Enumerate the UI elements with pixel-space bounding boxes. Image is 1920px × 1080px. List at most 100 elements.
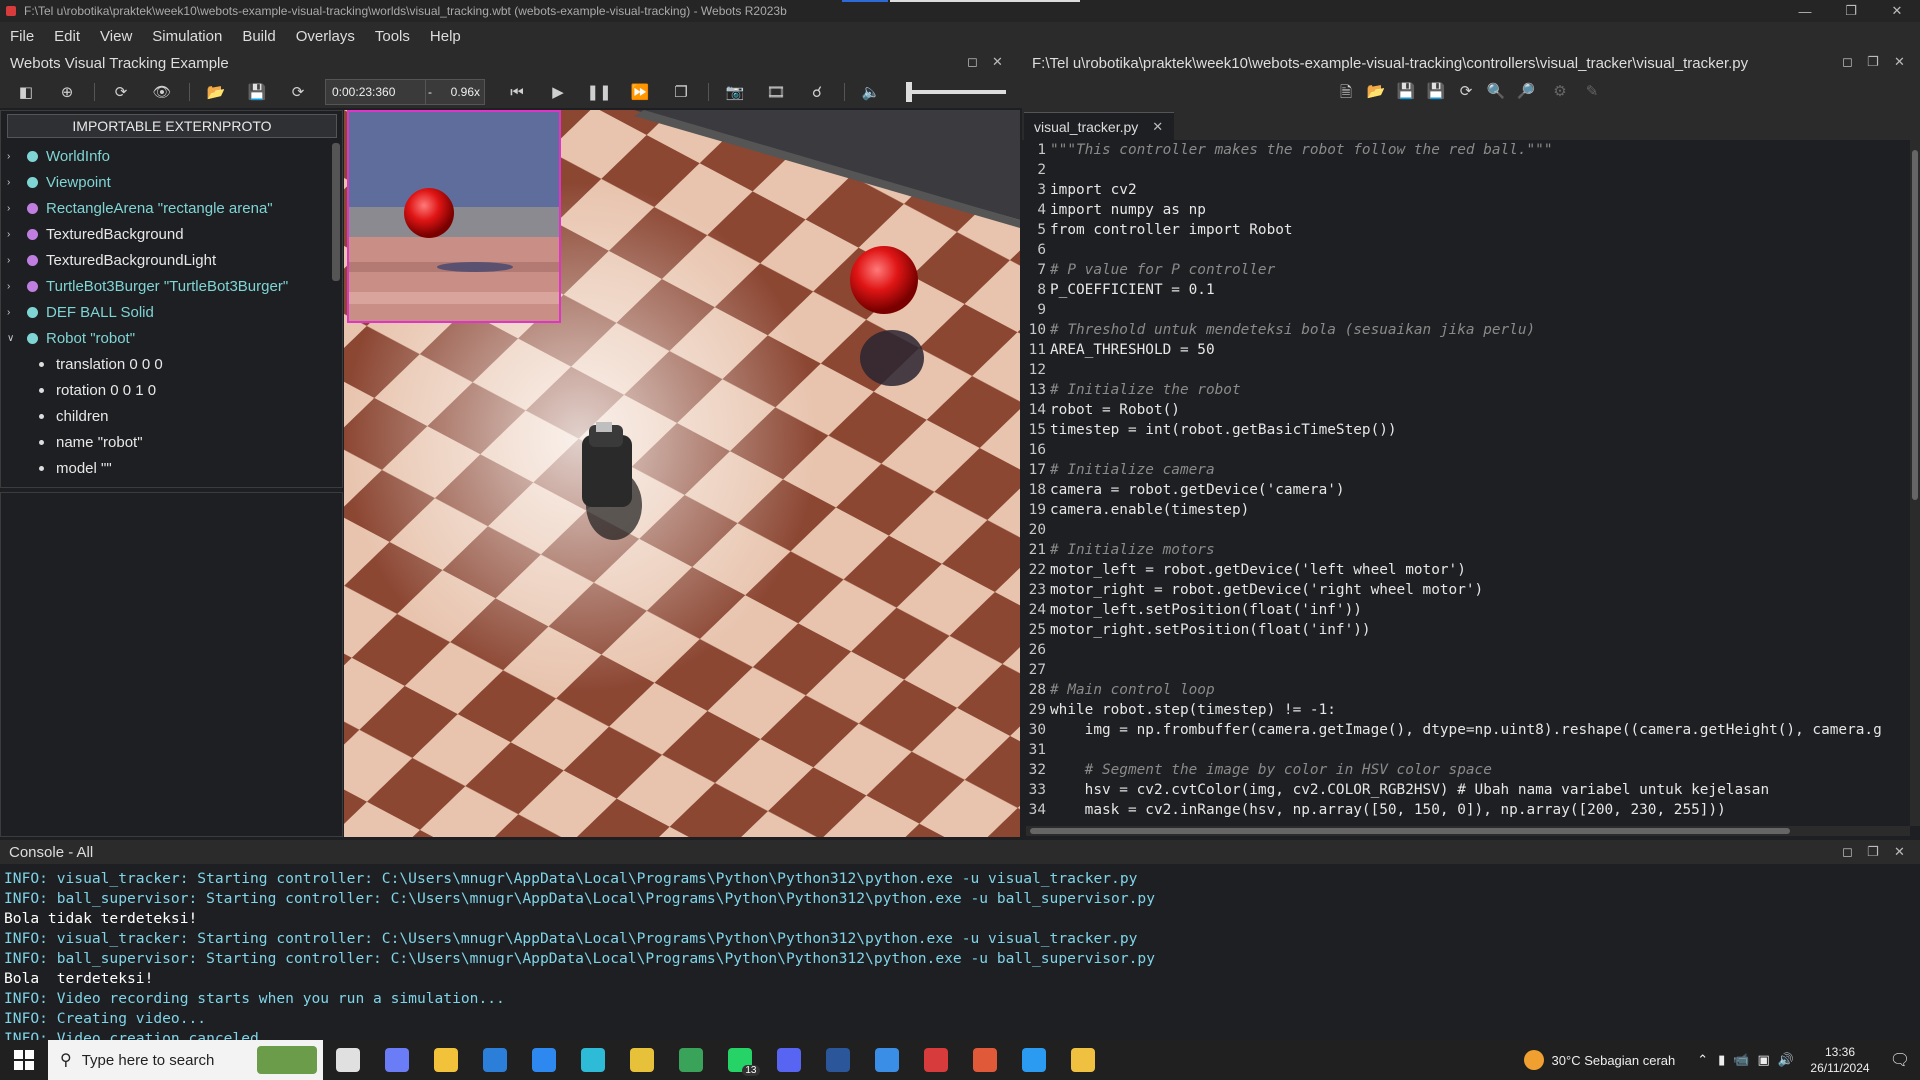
collapsed-arrow-icon[interactable]: › xyxy=(7,177,19,188)
share-icon[interactable]: ☌ xyxy=(803,80,831,104)
taskbar-app-vscode[interactable] xyxy=(1009,1040,1058,1080)
reload-world-icon[interactable]: ⟳ xyxy=(284,80,312,104)
menu-help[interactable]: Help xyxy=(420,28,471,45)
fast-forward-icon[interactable]: ⏩ xyxy=(626,80,654,104)
robot-field[interactable]: translation 0 0 0 xyxy=(1,351,331,377)
taskbar-clock[interactable]: 13:36 26/11/2024 xyxy=(1800,1044,1880,1076)
clean-icon[interactable]: ✎ xyxy=(1582,82,1602,102)
reset-viewpoint-icon[interactable]: ⟳ xyxy=(107,80,135,104)
view-icon[interactable]: 👁 xyxy=(148,80,176,104)
3d-viewport[interactable] xyxy=(344,110,1020,837)
menu-file[interactable]: File xyxy=(0,28,44,45)
taskbar-app-mail[interactable] xyxy=(519,1040,568,1080)
close-tab-icon[interactable]: ✕ xyxy=(1152,119,1163,135)
robot-field[interactable]: model "" xyxy=(1,455,331,481)
scrollbar-thumb[interactable] xyxy=(1030,828,1790,834)
maximize-console-icon[interactable]: ❐ xyxy=(1867,844,1879,860)
save-all-icon[interactable]: 💾 xyxy=(1426,82,1446,102)
pause-icon[interactable]: ❚❚ xyxy=(585,80,613,104)
open-world-icon[interactable]: 📂 xyxy=(202,80,230,104)
reset-simulation-icon[interactable]: ⏮ xyxy=(503,80,531,104)
start-button[interactable] xyxy=(0,1040,48,1080)
scene-tree-scrollbar[interactable] xyxy=(332,143,340,281)
collapsed-arrow-icon[interactable]: › xyxy=(7,281,19,292)
code-editor[interactable]: 1 """This controller makes the robot foll… xyxy=(1024,140,1910,826)
screenshot-icon[interactable]: 📷 xyxy=(721,80,749,104)
collapsed-arrow-icon[interactable]: › xyxy=(7,151,19,162)
float-console-icon[interactable]: ◻ xyxy=(1842,844,1853,860)
maximize-editor-icon[interactable]: ❐ xyxy=(1867,54,1879,70)
collapsed-arrow-icon[interactable]: › xyxy=(7,229,19,240)
find-icon[interactable]: 🔍 xyxy=(1486,82,1506,102)
weather-text[interactable]: 30°C Sebagian cerah xyxy=(1552,1053,1676,1068)
scene-tree-node[interactable]: › TurtleBot3Burger "TurtleBot3Burger" xyxy=(1,273,331,299)
menu-build[interactable]: Build xyxy=(232,28,285,45)
menu-overlays[interactable]: Overlays xyxy=(286,28,365,45)
taskbar-app-edge[interactable] xyxy=(568,1040,617,1080)
volume-icon[interactable]: 🔊 xyxy=(1778,1052,1794,1068)
importable-externproto-button[interactable]: IMPORTABLE EXTERNPROTO xyxy=(7,114,337,138)
menu-simulation[interactable]: Simulation xyxy=(142,28,232,45)
scene-tree-node[interactable]: ∨ Robot "robot" xyxy=(1,325,331,351)
close-console-icon[interactable]: ✕ xyxy=(1894,844,1905,860)
scene-tree-node[interactable]: › Viewpoint xyxy=(1,169,331,195)
menu-edit[interactable]: Edit xyxy=(44,28,90,45)
taskbar-app-chrome-profile[interactable] xyxy=(666,1040,715,1080)
robot-field[interactable]: name "robot" xyxy=(1,429,331,455)
open-file-icon[interactable]: 📂 xyxy=(1366,82,1386,102)
taskbar-search-box[interactable]: ⚲ Type here to search xyxy=(48,1040,323,1080)
taskbar-app-discord[interactable] xyxy=(764,1040,813,1080)
save-world-icon[interactable]: 💾 xyxy=(243,80,271,104)
network-icon[interactable]: ▣ xyxy=(1758,1052,1770,1068)
video-record-icon[interactable]: 🎞 xyxy=(762,80,790,104)
replace-icon[interactable]: 🔎 xyxy=(1516,82,1536,102)
taskbar-app-whatsapp[interactable]: 13 xyxy=(715,1040,764,1080)
taskbar-app-webots[interactable] xyxy=(911,1040,960,1080)
taskbar-app-copilot[interactable] xyxy=(372,1040,421,1080)
volume-slider-knob[interactable] xyxy=(906,82,912,102)
close-icon[interactable]: ✕ xyxy=(1874,3,1920,19)
taskbar-app-snipping-tool[interactable] xyxy=(862,1040,911,1080)
tab-visual-tracker-py[interactable]: visual_tracker.py ✕ xyxy=(1024,112,1174,140)
collapsed-arrow-icon[interactable]: › xyxy=(7,203,19,214)
save-file-icon[interactable]: 💾 xyxy=(1396,82,1416,102)
taskbar-app-chrome-2[interactable] xyxy=(960,1040,1009,1080)
restore-icon[interactable]: ❐ xyxy=(1828,3,1874,19)
code-vertical-scrollbar[interactable] xyxy=(1910,140,1920,826)
close-panel-icon[interactable]: ✕ xyxy=(992,54,1003,70)
robot-field[interactable]: rotation 0 0 1 0 xyxy=(1,377,331,403)
menu-view[interactable]: View xyxy=(90,28,142,45)
scene-tree-node[interactable]: › WorldInfo xyxy=(1,143,331,169)
scene-tree-node[interactable]: › DEF BALL Solid xyxy=(1,299,331,325)
minimize-icon[interactable]: — xyxy=(1782,4,1828,19)
scene-tree-node[interactable]: › RectangleArena "rectangle arena" xyxy=(1,195,331,221)
close-editor-icon[interactable]: ✕ xyxy=(1894,54,1905,70)
mute-icon[interactable]: 🔈 xyxy=(857,80,885,104)
float-editor-icon[interactable]: ◻ xyxy=(1842,54,1853,70)
code-horizontal-scrollbar[interactable] xyxy=(1026,826,1910,836)
volume-slider[interactable] xyxy=(906,82,1006,102)
taskbar-app-microsoft-store[interactable] xyxy=(470,1040,519,1080)
new-file-icon[interactable]: 🗎 xyxy=(1336,82,1356,102)
collapsed-arrow-icon[interactable]: › xyxy=(7,255,19,266)
expanded-arrow-icon[interactable]: ∨ xyxy=(7,333,19,344)
build-icon[interactable]: ⚙ xyxy=(1550,82,1570,102)
add-node-icon[interactable]: ⊕ xyxy=(53,80,81,104)
scene-tree-node[interactable]: › TexturedBackgroundLight xyxy=(1,247,331,273)
scrollbar-thumb[interactable] xyxy=(1912,150,1918,500)
hide-scene-tree-icon[interactable]: ◧ xyxy=(12,80,40,104)
step-icon[interactable]: ▶ xyxy=(544,80,572,104)
battery-icon[interactable]: ▮ xyxy=(1718,1052,1725,1068)
robot-camera-overlay[interactable] xyxy=(347,110,561,323)
scene-tree-node[interactable]: › TexturedBackground xyxy=(1,221,331,247)
revert-file-icon[interactable]: ⟳ xyxy=(1456,82,1476,102)
menu-tools[interactable]: Tools xyxy=(365,28,420,45)
taskbar-app-file-explorer[interactable] xyxy=(421,1040,470,1080)
meet-now-icon[interactable]: 📹 xyxy=(1733,1052,1749,1068)
robot-field[interactable]: children xyxy=(1,403,331,429)
taskbar-app-word[interactable] xyxy=(813,1040,862,1080)
rendering-icon[interactable]: ❐ xyxy=(667,80,695,104)
taskbar-app-chrome[interactable] xyxy=(617,1040,666,1080)
taskbar-app-app-diamond[interactable] xyxy=(1058,1040,1107,1080)
notification-icon[interactable]: 🗨 xyxy=(1880,1050,1920,1070)
